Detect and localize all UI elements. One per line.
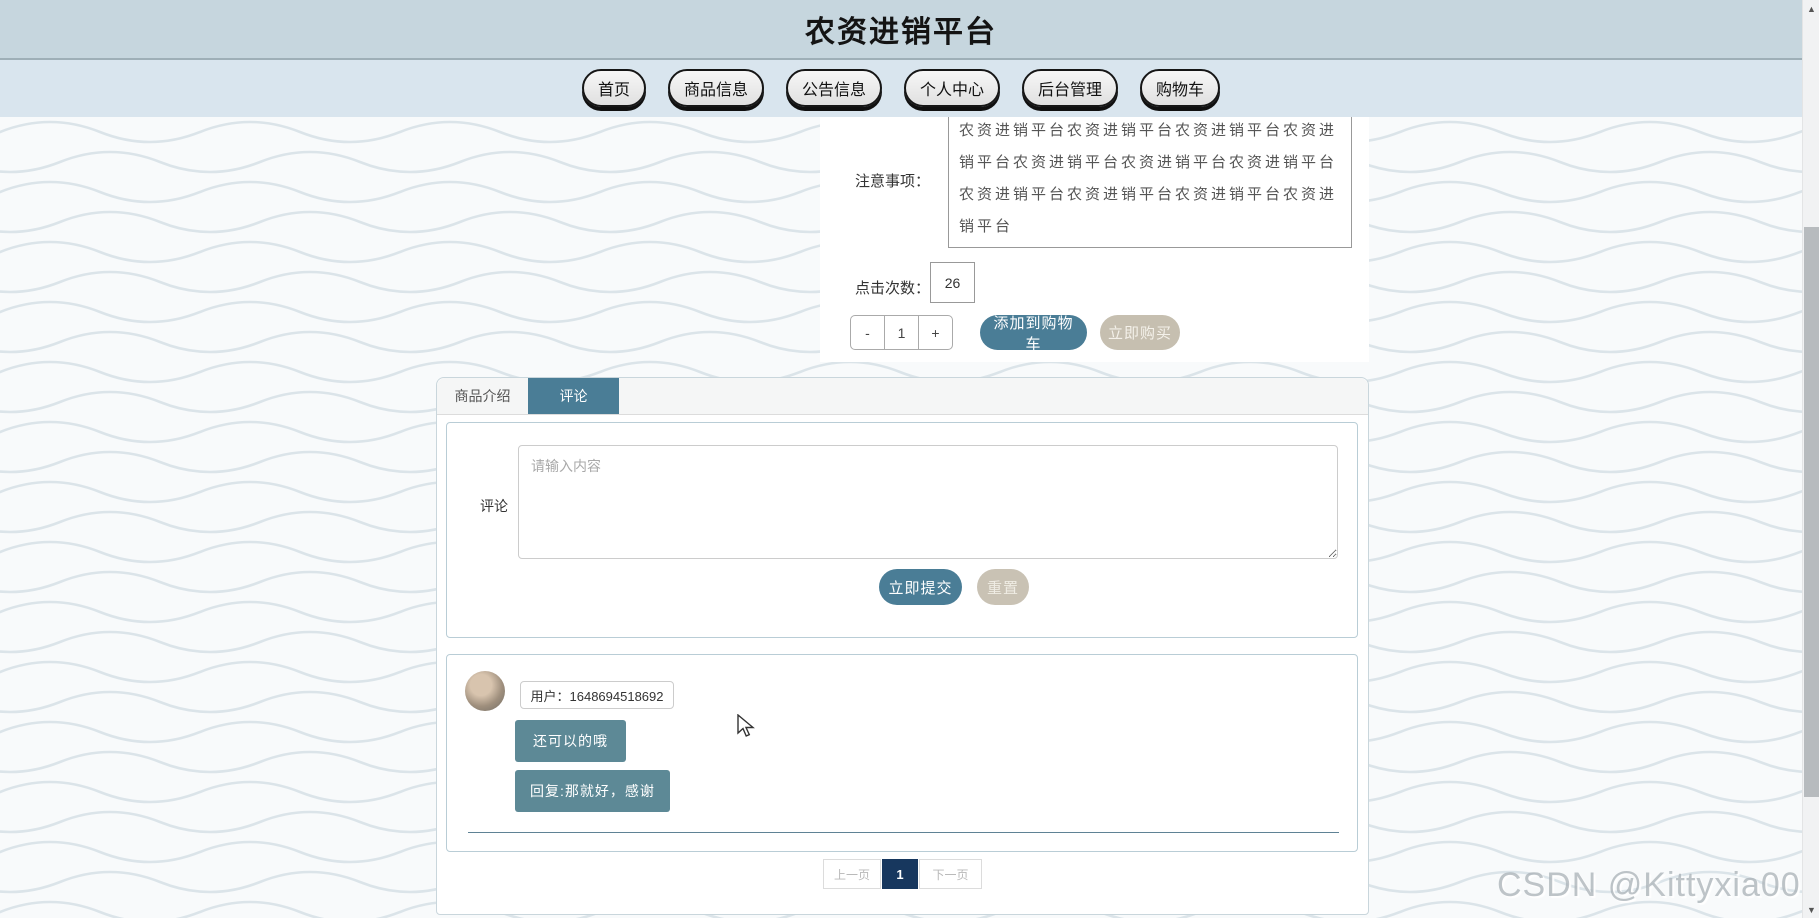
comment-form-label: 评论 [480,496,508,516]
scrollbar-thumb[interactable] [1804,227,1819,797]
click-count-value: 26 [930,262,975,303]
submit-comment-button[interactable]: 立即提交 [879,569,962,605]
nav-item-announcements[interactable]: 公告信息 [786,69,882,107]
app-header: 农资进销平台 [0,0,1802,60]
page-title: 农资进销平台 [805,7,997,51]
product-detail-panel: 注意事项： 农资进销平台农资进销平台农资进销平台农资进销平台农资进销平台农资进销… [820,117,1369,362]
comment-form: 评论 立即提交 重置 [446,422,1358,638]
reset-comment-button[interactable]: 重置 [977,569,1029,605]
quantity-plus-button[interactable]: + [918,315,953,350]
pagination-prev-button[interactable]: 上一页 [823,859,881,889]
comment-username: 用户：1648694518692 [520,681,674,709]
scrollbar[interactable]: ▲ ▼ [1802,0,1819,918]
avatar [465,671,505,711]
product-tabs-panel: 商品介绍 评论 评论 立即提交 重置 用户：1648694518692 还可以的… [436,377,1369,915]
pagination: 上一页 1 下一页 [437,859,1368,889]
nav-item-products[interactable]: 商品信息 [668,69,764,107]
buy-now-button[interactable]: 立即购买 [1100,315,1180,350]
main-nav: 首页 商品信息 公告信息 个人中心 后台管理 购物车 [0,60,1802,117]
quantity-minus-button[interactable]: - [850,315,885,350]
notes-label: 注意事项： [850,170,930,191]
comment-reply-text: 回复:那就好，感谢 [515,770,670,812]
tab-strip: 商品介绍 评论 [437,378,1368,415]
pagination-next-button[interactable]: 下一页 [919,859,982,889]
nav-item-cart[interactable]: 购物车 [1140,69,1220,107]
click-count-label: 点击次数： [850,277,930,298]
add-to-cart-button[interactable]: 添加到购物车 [980,315,1087,350]
quantity-stepper: - 1 + [850,315,953,350]
scrollbar-down-arrow-icon[interactable]: ▼ [1803,901,1819,918]
nav-item-profile[interactable]: 个人中心 [904,69,1000,107]
nav-item-admin[interactable]: 后台管理 [1022,69,1118,107]
comment-input[interactable] [518,445,1338,559]
comment-list: 用户：1648694518692 还可以的哦 回复:那就好，感谢 [446,654,1358,852]
csdn-watermark: CSDN @Kittyxia001 [1497,866,1819,905]
nav-item-home[interactable]: 首页 [582,69,646,107]
pagination-current-page[interactable]: 1 [882,859,918,889]
tab-product-intro[interactable]: 商品介绍 [437,378,528,414]
comment-divider [468,832,1339,833]
notes-textbox: 农资进销平台农资进销平台农资进销平台农资进销平台农资进销平台农资进销平台农资进销… [948,113,1352,248]
notes-text: 农资进销平台农资进销平台农资进销平台农资进销平台农资进销平台农资进销平台农资进销… [949,113,1351,243]
scrollbar-up-arrow-icon[interactable]: ▲ [1803,0,1819,17]
comment-text: 还可以的哦 [515,720,626,762]
tab-comments[interactable]: 评论 [528,378,619,414]
quantity-value[interactable]: 1 [884,315,919,350]
